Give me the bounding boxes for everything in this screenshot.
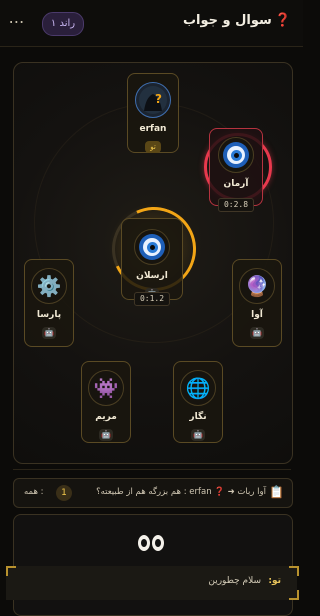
round-badge: راند ۱ — [42, 12, 84, 36]
player-name: erfan — [139, 124, 167, 134]
alien-monster-icon: 👾 — [88, 370, 124, 406]
player-name: ارسلان — [136, 271, 168, 281]
chat-sender: تو: — [268, 576, 281, 586]
player-card-maryam[interactable]: 👾 مریم 🤖 — [81, 361, 131, 443]
globe-icon: 🌐 — [180, 370, 216, 406]
nazar-eye-icon — [134, 229, 170, 265]
last-question-bar[interactable]: 📋 آوا ربات ➜ ❓ erfan : هم بزرگه هم از طب… — [13, 478, 293, 508]
gear-icon: ⚙️ — [31, 268, 67, 304]
player-card-negar[interactable]: 🌐 نگار 🤖 — [173, 361, 223, 443]
clipboard-icon: 📋 — [269, 485, 284, 499]
corner-bracket-icon — [289, 590, 299, 600]
player-name: آرمان — [223, 179, 249, 189]
game-board: ? erfan تو آرمان 0:2.8 ارسلان 🤖 0:1.2 ⚙️… — [13, 62, 293, 464]
player-name: مریم — [95, 412, 117, 422]
player-name: نگار — [189, 412, 207, 422]
you-badge: تو — [145, 141, 161, 153]
chat-message-text: سلام چطورین — [208, 576, 261, 586]
player-card-parsa[interactable]: ⚙️ پارسا 🤖 — [24, 259, 74, 347]
bot-badge: 🤖 — [191, 429, 205, 441]
last-question-text: آوا ربات ➜ ❓ erfan : هم بزرگه هم از طبیع… — [96, 487, 266, 497]
hooded-question-avatar-icon: ? — [135, 82, 171, 118]
player-name: آوا — [251, 310, 263, 320]
divider — [13, 469, 291, 470]
player-card-arslan[interactable]: ارسلان 🤖 0:1.2 — [121, 218, 183, 306]
more-options-icon[interactable]: ⋯ — [6, 12, 28, 34]
player-name: پارسا — [36, 310, 62, 320]
crystal-ball-icon: 🔮 — [239, 268, 275, 304]
bot-badge: 🤖 — [250, 327, 264, 339]
chat-panel — [13, 514, 293, 616]
corner-bracket-icon — [289, 566, 299, 576]
corner-bracket-icon — [6, 566, 16, 576]
bot-badge: 🤖 — [42, 327, 56, 339]
last-chat-message: تو: سلام چطورین — [6, 566, 297, 600]
top-bar: ❓سوال و جواب راند ۱ ⋯ — [0, 0, 303, 47]
question-icon: ❓ — [274, 13, 291, 28]
bot-badge: 🤖 — [99, 429, 113, 441]
player-timer: 0:2.8 — [217, 198, 255, 212]
nazar-eye-icon — [218, 137, 254, 173]
filter-all-label[interactable]: : همه — [24, 487, 44, 497]
player-card-arman[interactable]: آرمان 0:2.8 — [209, 128, 263, 212]
player-card-erfan[interactable]: ? erfan تو — [127, 73, 179, 153]
player-timer: 0:1.2 — [133, 292, 171, 306]
eyes-emoji-icon — [138, 535, 166, 551]
question-count-badge: 1 — [56, 485, 72, 501]
page-title: ❓سوال و جواب — [182, 13, 291, 28]
player-card-ava[interactable]: 🔮 آوا 🤖 — [232, 259, 282, 347]
svg-text:?: ? — [155, 92, 162, 106]
